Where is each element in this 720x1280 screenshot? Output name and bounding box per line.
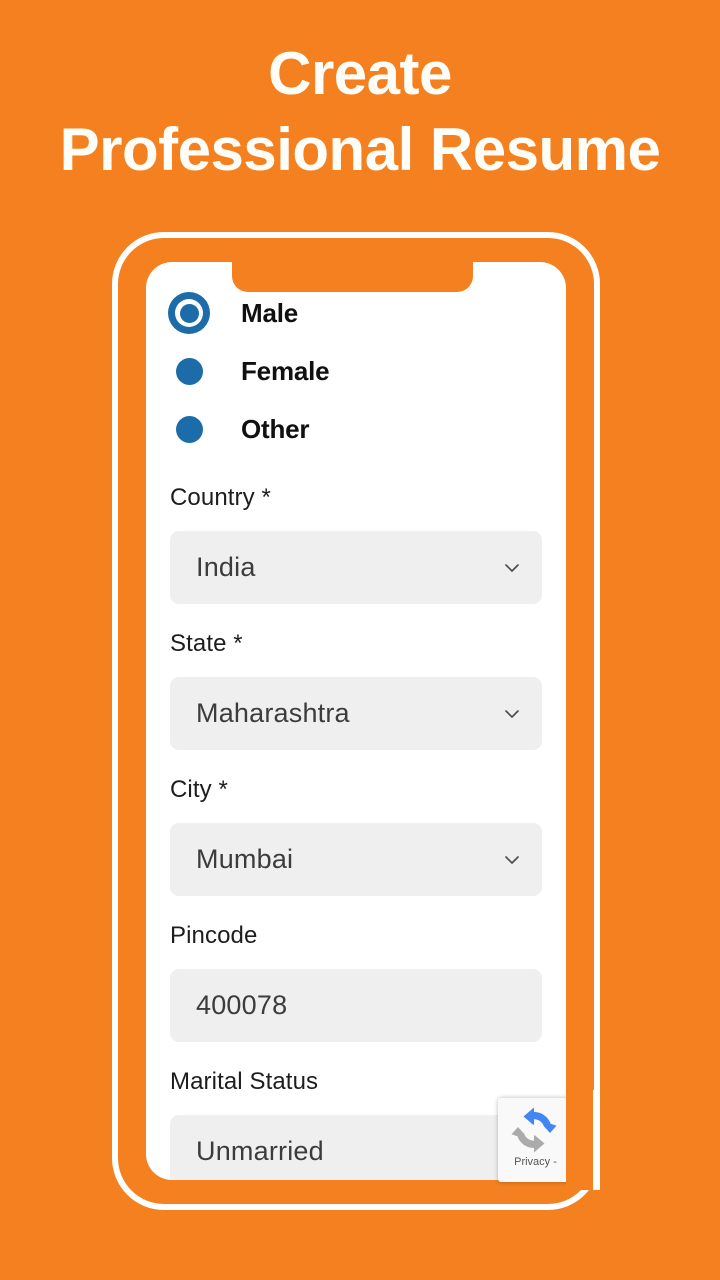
field-label-marital-status: Marital Status [170,1068,319,1095]
field-label-pincode: Pincode [170,922,258,949]
gender-option-label: Male [241,297,299,328]
field-city: City * Mumbai [146,776,566,896]
gender-option-male[interactable]: Male [146,284,566,342]
marital-status-select[interactable]: Unmarried [170,1115,542,1180]
recaptcha-privacy-link[interactable]: Privacy - [498,1156,570,1168]
phone-bezel-right-clip [566,1090,606,1190]
recaptcha-icon [498,1098,570,1156]
radio-unselected-icon[interactable] [168,357,210,385]
phone-screen: Male Female Other Country * India State … [146,262,566,1180]
radio-selected-icon[interactable] [168,292,210,334]
city-select-value: Mumbai [196,844,294,874]
phone-outline-right-clip [593,1090,600,1190]
page-title-line-2: Professional Resume [59,116,661,183]
phone-notch [232,262,473,292]
city-select[interactable]: Mumbai [170,823,542,896]
chevron-down-icon[interactable] [502,558,522,578]
recaptcha-badge[interactable]: Privacy - [498,1098,570,1182]
radio-unselected-icon[interactable] [168,415,210,443]
pincode-input[interactable]: 400078 [170,969,542,1042]
field-state: State * Maharashtra [146,630,566,750]
page-title-line-1: Create [268,40,452,107]
gender-option-label: Other [241,413,310,444]
field-label-state: State * [170,630,243,657]
marital-status-select-value: Unmarried [196,1136,324,1166]
pincode-input-value: 400078 [196,990,288,1020]
state-select-value: Maharashtra [196,698,350,728]
resume-form: Male Female Other Country * India State … [146,262,566,1180]
chevron-down-icon[interactable] [502,850,522,870]
field-country: Country * India [146,484,566,604]
chevron-down-icon[interactable] [502,704,522,724]
country-select[interactable]: India [170,531,542,604]
page-title: Create Professional Resume [0,36,720,188]
field-label-country: Country * [170,484,271,511]
gender-option-label: Female [241,355,330,386]
gender-option-other[interactable]: Other [146,400,566,458]
field-label-city: City * [170,776,228,803]
field-pincode: Pincode 400078 [146,922,566,1042]
country-select-value: India [196,552,256,582]
state-select[interactable]: Maharashtra [170,677,542,750]
gender-option-female[interactable]: Female [146,342,566,400]
